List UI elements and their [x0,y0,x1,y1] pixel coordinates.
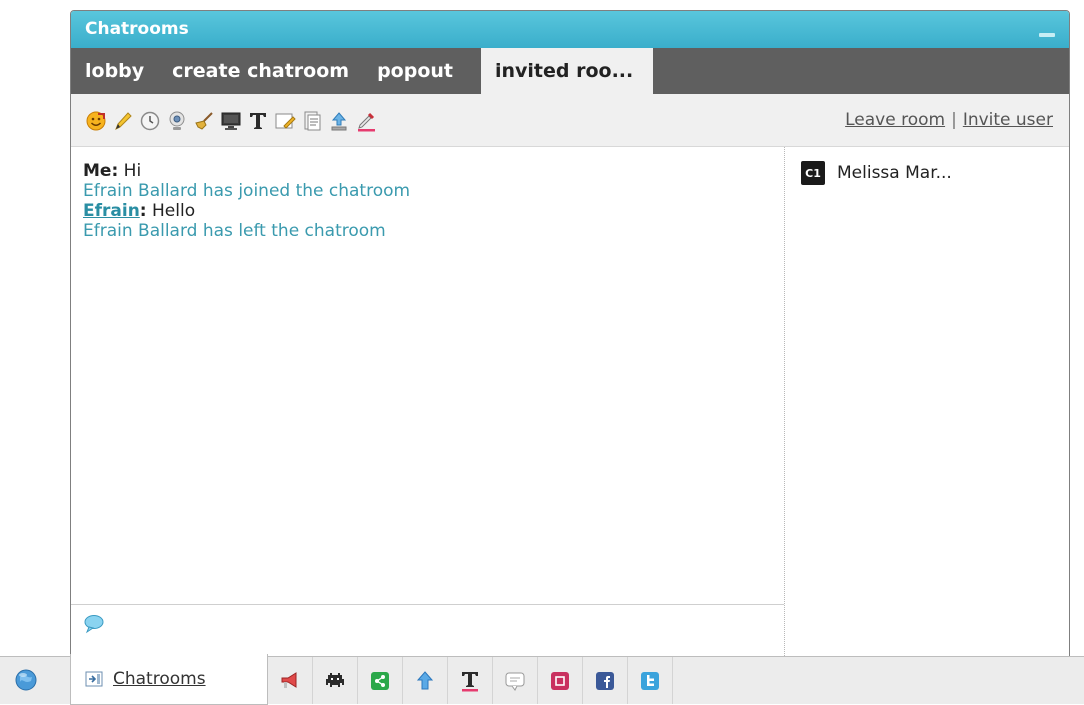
whiteboard-icon[interactable] [272,108,298,134]
message-list: Me: Hi Efrain Ballard has joined the cha… [71,147,784,241]
pencil-icon[interactable] [110,108,136,134]
message-sender-link[interactable]: Efrain [83,201,140,221]
window-titlebar[interactable]: Chatrooms [71,11,1069,48]
chat-bubble-icon [83,614,105,638]
bottom-dock: Chatrooms [0,654,1084,705]
chatrooms-window: Chatrooms lobby create chatroom popout i… [70,10,1070,658]
message-text: Hi [123,161,142,181]
broom-icon[interactable] [191,108,217,134]
chat-panel: Me: Hi Efrain Ballard has joined the cha… [71,147,785,657]
window-title: Chatrooms [85,19,189,39]
chat-bubble-icon[interactable] [493,657,538,704]
chatrooms-icon [85,671,103,687]
user-list-item[interactable]: C1 Melissa Mar... [801,161,952,185]
announcement-icon[interactable] [268,657,313,704]
webcam-icon[interactable] [164,108,190,134]
twitter-icon[interactable] [628,657,673,704]
document-icon[interactable] [299,108,325,134]
user-name: Melissa Mar... [837,163,952,183]
facebook-icon[interactable] [583,657,628,704]
tab-create-chatroom[interactable]: create chatroom [164,48,369,94]
minimize-button[interactable] [1039,33,1055,37]
share-icon[interactable] [358,657,403,704]
tab-popout[interactable]: popout [369,48,473,94]
sender-colon: : [139,201,147,221]
message-text: Hello [152,201,196,221]
tab-lobby[interactable]: lobby [77,48,164,94]
screenshare-icon[interactable] [218,108,244,134]
message-row: Efrain: Hello [83,201,784,221]
pinterest-icon[interactable] [538,657,583,704]
message-row: Me: Hi [83,161,784,181]
smiley-icon[interactable] [83,108,109,134]
system-message: Efrain Ballard has left the chatroom [83,221,386,241]
chatrooms-dock-tab[interactable]: Chatrooms [70,654,268,705]
color-picker-icon[interactable] [353,108,379,134]
upload-arrow-icon[interactable] [403,657,448,704]
chatrooms-dock-label: Chatrooms [113,669,206,689]
user-list: C1 Melissa Mar... [785,147,1069,657]
invite-user-link[interactable]: Invite user [963,110,1053,130]
leave-room-link[interactable]: Leave room [845,110,945,130]
text-format-icon[interactable] [245,108,271,134]
tab-invited-room[interactable]: invited roo... [480,48,654,94]
link-separator: | [951,110,957,130]
system-message: Efrain Ballard has joined the chatroom [83,181,411,201]
text-icon[interactable] [448,657,493,704]
message-sender: Me: [83,161,119,181]
globe-icon[interactable] [14,668,38,696]
games-icon[interactable] [313,657,358,704]
chat-toolbar: Leave room | Invite user [71,94,1069,147]
user-badge: C1 [801,161,825,185]
tab-bar: lobby create chatroom popout invited roo… [71,48,1069,94]
upload-icon[interactable] [326,108,352,134]
clock-icon[interactable] [137,108,163,134]
message-input[interactable] [71,604,784,657]
